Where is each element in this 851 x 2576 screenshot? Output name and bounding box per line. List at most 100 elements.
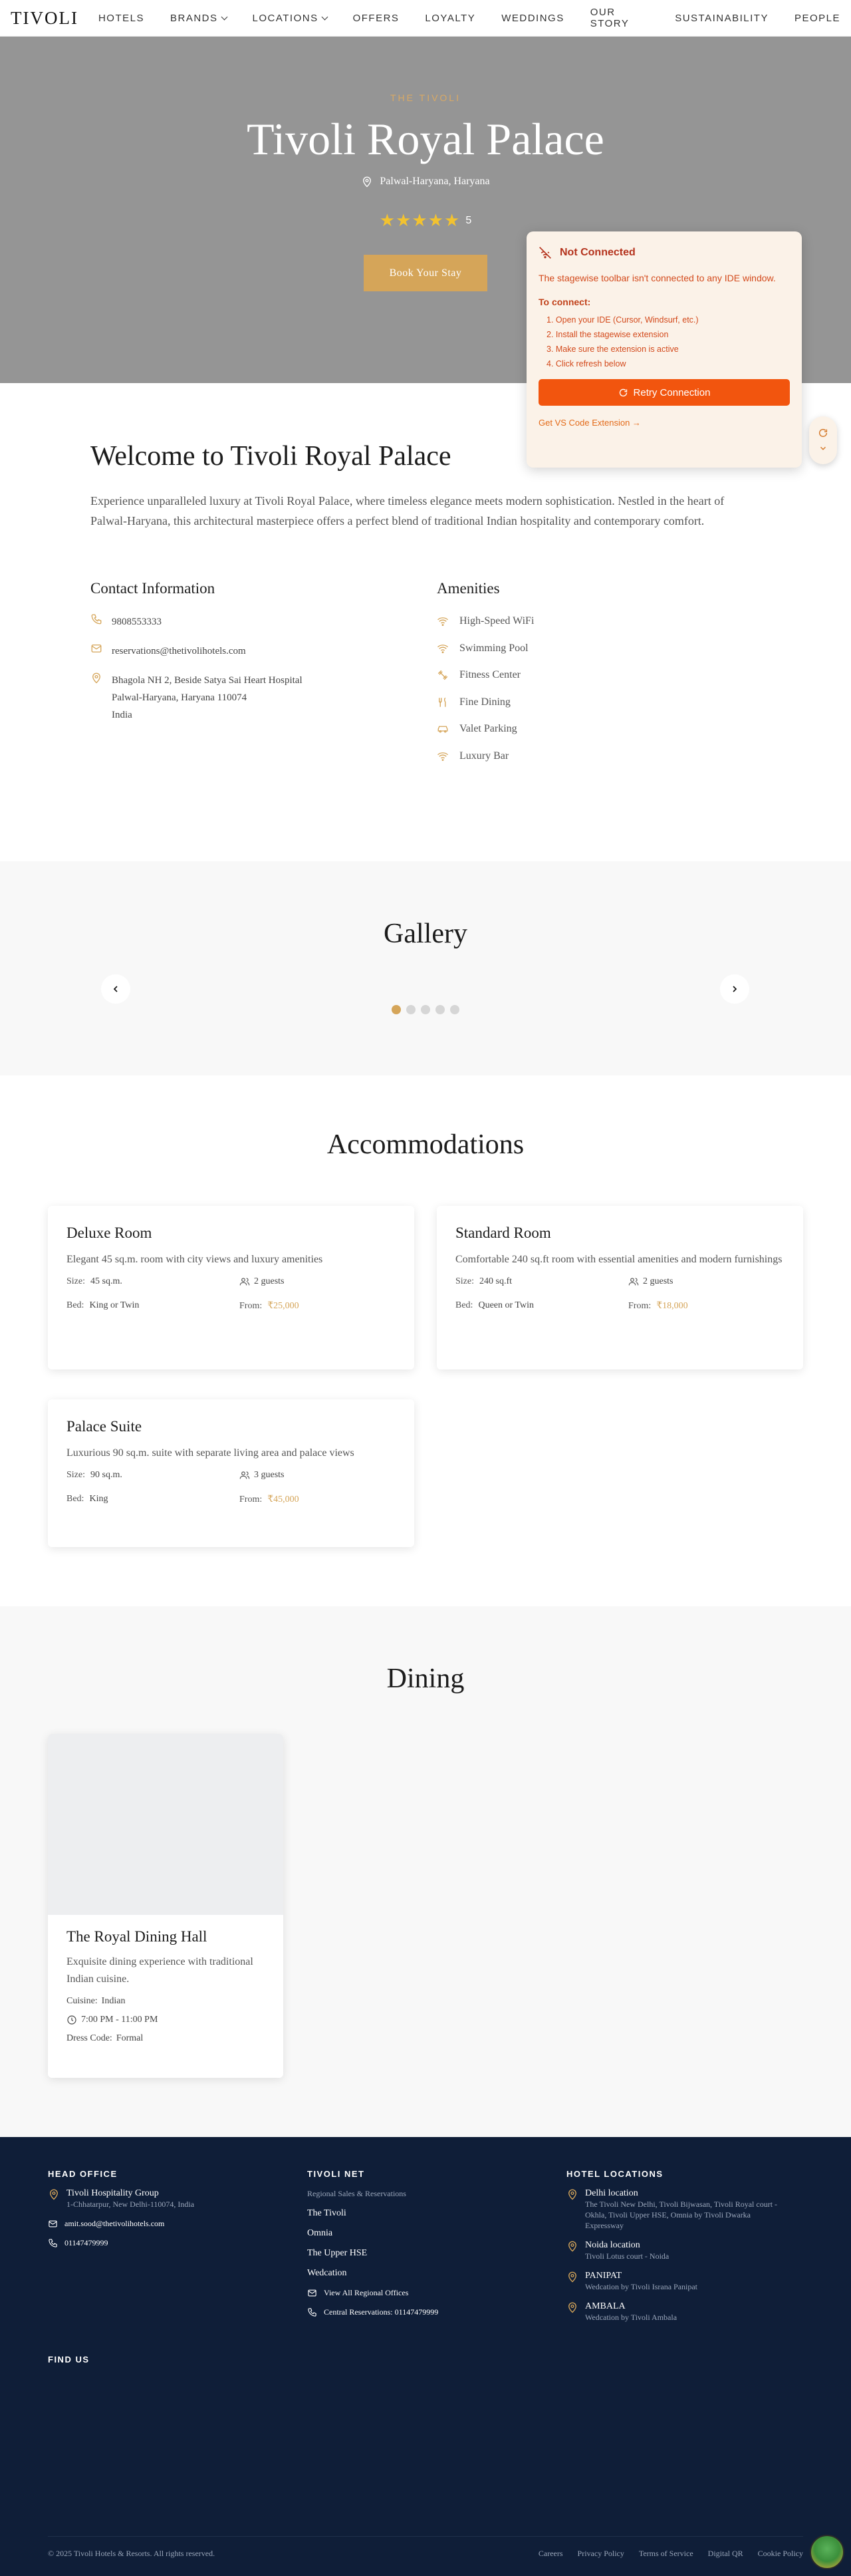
- nav-label: LOYALTY: [425, 12, 476, 24]
- footer-link-cookie[interactable]: Cookie Policy: [758, 2549, 803, 2559]
- utensils-icon: [439, 697, 446, 707]
- vs-code-extension-link[interactable]: Get VS Code Extension →: [539, 418, 790, 428]
- size-label: Size:: [66, 1470, 85, 1480]
- footer-heading: HEAD OFFICE: [48, 2169, 118, 2179]
- chevron-down-icon: [321, 13, 328, 20]
- from-label: From:: [628, 1301, 652, 1311]
- footer-link-privacy[interactable]: Privacy Policy: [578, 2549, 624, 2559]
- gallery-dot[interactable]: [421, 1005, 430, 1014]
- nav-item-sustainability[interactable]: SUSTAINABILITY: [675, 7, 769, 29]
- footer-link-the-tivoli[interactable]: The Tivoli: [307, 2208, 520, 2219]
- amenity-bar: Luxury Bar: [437, 750, 509, 762]
- footer-phone-text[interactable]: 01147479999: [64, 2238, 108, 2248]
- footer-heading: TIVOLI NET: [307, 2169, 365, 2179]
- dining-description: Exquisite dining experience with traditi…: [66, 1956, 253, 1985]
- retry-connection-button[interactable]: Retry Connection: [539, 379, 790, 406]
- dining-title: Dining: [386, 1663, 465, 1694]
- dining-dress-code: Dress Code: Formal: [66, 2033, 265, 2044]
- gallery-dot[interactable]: [392, 1005, 401, 1014]
- mail-icon: [49, 2220, 57, 2227]
- chevron-left-icon: [113, 986, 118, 992]
- gallery-dot[interactable]: [450, 1005, 459, 1014]
- footer-link-upper-hse[interactable]: The Upper HSE: [307, 2248, 520, 2259]
- address-line: India: [112, 710, 132, 720]
- toolbar-popup: Not Connected The stagewise toolbar isn'…: [527, 231, 802, 468]
- central-reservations[interactable]: Central Reservations: 01147479999: [307, 2307, 520, 2317]
- footer-link-careers[interactable]: Careers: [539, 2549, 563, 2559]
- room-card[interactable]: Palace Suite Luxurious 90 sq.m. suite wi…: [48, 1399, 414, 1547]
- gallery-next-button[interactable]: [720, 974, 749, 1004]
- bed-label: Bed:: [66, 1494, 84, 1504]
- nav-item-locations[interactable]: LOCATIONS: [253, 7, 328, 29]
- amenity-pool: Swimming Pool: [437, 643, 529, 654]
- toolbar-step: 1. Open your IDE (Cursor, Windsurf, etc.…: [547, 315, 699, 325]
- chevron-down-icon[interactable]: [818, 444, 828, 453]
- refresh-icon[interactable]: [818, 428, 828, 438]
- central-reservations-text: Central Reservations: 01147479999: [324, 2307, 439, 2317]
- toolbar-steps: 1. Open your IDE (Cursor, Windsurf, etc.…: [539, 313, 790, 371]
- dining-name: The Royal Dining Hall: [66, 1928, 207, 1945]
- star-rating-icon: ★★★★★: [379, 211, 461, 230]
- footer-tivoli-net: TIVOLI NET Regional Sales & Reservations…: [307, 2169, 520, 2317]
- cuisine-label: Cuisine:: [66, 1996, 98, 2006]
- room-description: Comfortable 240 sq.ft room with essentia…: [455, 1254, 783, 1265]
- footer-link-omnia[interactable]: Omnia: [307, 2228, 520, 2239]
- nav-item-people[interactable]: PEOPLE: [794, 7, 840, 29]
- size-value: 45 sq.m.: [90, 1276, 122, 1286]
- gallery-dot[interactable]: [406, 1005, 416, 1014]
- gallery-dot[interactable]: [435, 1005, 445, 1014]
- dress-label: Dress Code:: [66, 2033, 112, 2043]
- footer-heading: HOTEL LOCATIONS: [566, 2169, 664, 2179]
- gallery-prev-button[interactable]: [101, 974, 130, 1004]
- nav-item-brands[interactable]: BRANDS: [170, 7, 227, 29]
- contact-email-text[interactable]: reservations@thetivolihotels.com: [112, 643, 246, 660]
- hero-kicker: THE TIVOLI: [390, 92, 461, 103]
- book-your-stay-button[interactable]: Book Your Stay: [364, 255, 487, 291]
- location-item[interactable]: Delhi location The Tivoli New Delhi, Tivo…: [566, 2188, 786, 2231]
- room-name: Standard Room: [455, 1224, 551, 1241]
- location-item[interactable]: PANIPAT Wedcation by Tivoli Israna Panipa…: [566, 2271, 786, 2292]
- nav-item-weddings[interactable]: WEDDINGS: [501, 7, 564, 29]
- nav-item-offers[interactable]: OFFERS: [353, 7, 400, 29]
- floating-avatar-button[interactable]: [810, 2535, 844, 2569]
- toolbar-step: 4. Click refresh below: [547, 359, 626, 368]
- map-pin-icon: [568, 2271, 576, 2283]
- location-block: Delhi location The Tivoli New Delhi, Tivo…: [585, 2188, 786, 2231]
- location-item[interactable]: AMBALA Wedcation by Tivoli Ambala: [566, 2301, 786, 2323]
- retry-label: Retry Connection: [633, 386, 711, 398]
- location-item[interactable]: Noida location Tivoli Lotus court - Noida: [566, 2240, 786, 2261]
- contact-phone-text[interactable]: 9808553333: [112, 613, 162, 631]
- footer-link-terms[interactable]: Terms of Service: [639, 2549, 693, 2559]
- view-offices-link[interactable]: View All Regional Offices: [307, 2288, 520, 2298]
- room-size: Size: 240 sq.ft: [455, 1276, 628, 1287]
- nav-item-hotels[interactable]: HOTELS: [98, 7, 144, 29]
- nav-label: WEDDINGS: [501, 12, 564, 24]
- car-icon: [437, 726, 448, 733]
- guests-value: 3 guests: [254, 1470, 285, 1480]
- bed-value: King: [89, 1494, 108, 1504]
- guests-value: 2 guests: [254, 1276, 285, 1286]
- dining-card[interactable]: The Royal Dining Hall Exquisite dining e…: [48, 1734, 283, 2078]
- room-price: From: ₹18,000: [628, 1300, 801, 1312]
- room-name: Palace Suite: [66, 1418, 142, 1435]
- room-card[interactable]: Deluxe Room Elegant 45 sq.m. room with c…: [48, 1206, 414, 1369]
- logo[interactable]: TIVOLI: [11, 8, 78, 29]
- footer-link-wedcation[interactable]: Wedcation: [307, 2268, 520, 2279]
- users-icon: [239, 1471, 250, 1479]
- footer-bottom-links: Careers Privacy Policy Terms of Service …: [539, 2549, 803, 2559]
- footer-link-digital-qr[interactable]: Digital QR: [708, 2549, 743, 2559]
- room-card[interactable]: Standard Room Comfortable 240 sq.ft room…: [437, 1206, 803, 1369]
- address-line: Bhagola NH 2, Beside Satya Sai Heart Hos…: [112, 675, 303, 686]
- from-label: From:: [239, 1301, 263, 1311]
- nav-label: SUSTAINABILITY: [675, 12, 769, 24]
- nav-label: OUR STORY: [590, 7, 630, 29]
- location-name: Delhi location: [585, 2188, 638, 2198]
- welcome-description: Experience unparalleled luxury at Tivoli…: [90, 494, 725, 527]
- location-detail: Wedcation by Tivoli Ambala: [585, 2313, 677, 2322]
- room-guests: 2 guests: [239, 1276, 412, 1287]
- guests-value: 2 guests: [643, 1276, 673, 1286]
- map-pin-icon: [568, 2241, 576, 2252]
- nav-item-loyalty[interactable]: LOYALTY: [425, 7, 475, 29]
- nav-item-our-story[interactable]: OUR STORY: [590, 7, 649, 29]
- footer-email-text[interactable]: amit.sood@thetivolihotels.com: [64, 2219, 164, 2229]
